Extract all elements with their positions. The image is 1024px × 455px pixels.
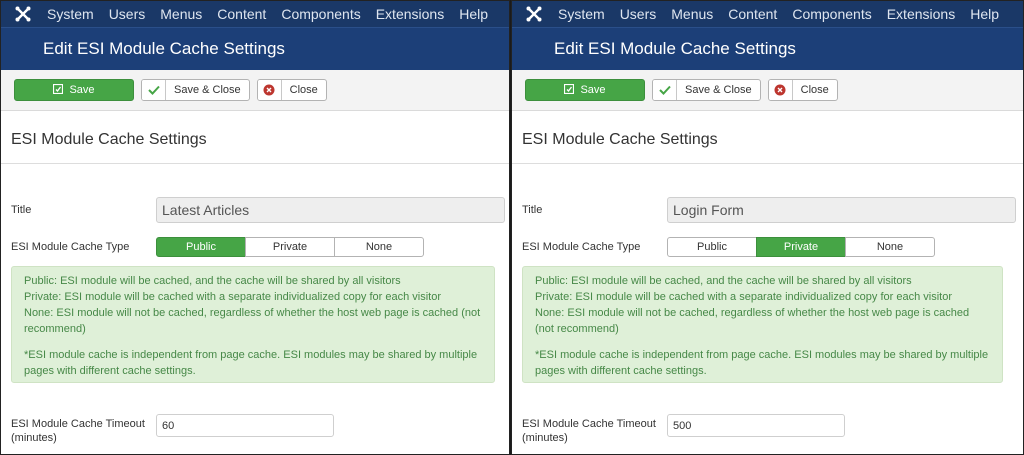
save-label: Save	[580, 84, 606, 96]
menu-menus[interactable]: Menus	[671, 6, 713, 22]
menu-users[interactable]: Users	[109, 6, 146, 22]
cache-type-private[interactable]: Private	[756, 237, 846, 257]
section-title: ESI Module Cache Settings	[11, 131, 207, 148]
info-line: None: ESI module will not be cached, reg…	[24, 307, 481, 335]
cache-type-private[interactable]: Private	[245, 237, 335, 257]
save-close-label: Save & Close	[685, 84, 752, 96]
timeout-label-line2: (minutes)	[11, 432, 57, 444]
cache-type-none[interactable]: None	[334, 237, 424, 257]
cache-type-label: ESI Module Cache Type	[11, 241, 130, 253]
menu-extensions[interactable]: Extensions	[887, 6, 955, 22]
top-menubar: System Users Menus Content Components Ex…	[1, 1, 509, 27]
cache-type-toggle: Public Private None	[667, 237, 935, 257]
menu-help[interactable]: Help	[970, 6, 999, 22]
close-icon	[257, 80, 282, 100]
cache-info-box: Public: ESI module will be cached, and t…	[522, 266, 1003, 383]
page-title: Edit ESI Module Cache Settings	[1, 27, 509, 70]
close-label: Close	[289, 84, 318, 96]
title-row: Title Login Form	[512, 197, 1023, 237]
save-button[interactable]: Save	[525, 79, 645, 101]
info-line: *ESI module cache is independent from pa…	[24, 349, 478, 377]
timeout-label: ESI Module Cache Timeout (minutes)	[522, 417, 656, 445]
menu-components[interactable]: Components	[792, 6, 871, 22]
timeout-row: ESI Module Cache Timeout (minutes) 60	[1, 414, 509, 454]
timeout-label-line1: ESI Module Cache Timeout	[11, 418, 145, 430]
timeout-field[interactable]: 60	[156, 414, 334, 437]
save-icon	[53, 83, 64, 97]
check-icon	[142, 80, 166, 100]
info-line: Private: ESI module will be cached with …	[24, 291, 441, 303]
check-icon	[653, 80, 677, 100]
title-field[interactable]: Latest Articles	[156, 197, 505, 223]
menu-content[interactable]: Content	[217, 6, 266, 22]
close-label: Close	[800, 84, 829, 96]
info-line: Private: ESI module will be cached with …	[535, 291, 952, 303]
left-screenshot-panel: System Users Menus Content Components Ex…	[0, 0, 510, 455]
info-line: None: ESI module will not be cached, reg…	[535, 307, 970, 335]
menu-menus[interactable]: Menus	[160, 6, 202, 22]
menu-system[interactable]: System	[47, 6, 94, 22]
timeout-field[interactable]: 500	[667, 414, 845, 437]
menu-content[interactable]: Content	[728, 6, 777, 22]
menu-components[interactable]: Components	[281, 6, 360, 22]
close-button[interactable]: Close	[256, 79, 327, 101]
close-icon	[768, 80, 793, 100]
cache-type-toggle: Public Private None	[156, 237, 424, 257]
cache-type-none[interactable]: None	[845, 237, 935, 257]
info-line: Public: ESI module will be cached, and t…	[24, 275, 401, 287]
save-close-label: Save & Close	[174, 84, 241, 96]
toolbar: Save Save & Close Close	[1, 70, 509, 111]
close-button[interactable]: Close	[767, 79, 838, 101]
menu-help[interactable]: Help	[459, 6, 488, 22]
cache-type-label: ESI Module Cache Type	[522, 241, 641, 253]
joomla-icon[interactable]	[524, 4, 544, 24]
info-line: *ESI module cache is independent from pa…	[535, 349, 989, 377]
timeout-label-line2: (minutes)	[522, 432, 568, 444]
save-icon	[564, 83, 575, 97]
info-line: Public: ESI module will be cached, and t…	[535, 275, 912, 287]
cache-info-box: Public: ESI module will be cached, and t…	[11, 266, 495, 383]
top-menubar: System Users Menus Content Components Ex…	[512, 1, 1023, 27]
menu-users[interactable]: Users	[620, 6, 657, 22]
save-label: Save	[69, 84, 95, 96]
timeout-label: ESI Module Cache Timeout (minutes)	[11, 417, 145, 445]
title-label: Title	[11, 204, 32, 216]
title-field[interactable]: Login Form	[667, 197, 1016, 223]
page-title: Edit ESI Module Cache Settings	[512, 27, 1023, 70]
section-divider	[1, 163, 509, 164]
timeout-label-line1: ESI Module Cache Timeout	[522, 418, 656, 430]
menu-extensions[interactable]: Extensions	[376, 6, 444, 22]
save-close-button[interactable]: Save & Close	[141, 79, 250, 101]
section-divider	[512, 163, 1023, 164]
cache-type-public[interactable]: Public	[156, 237, 246, 257]
timeout-row: ESI Module Cache Timeout (minutes) 500	[512, 414, 1023, 454]
toolbar: Save Save & Close Close	[512, 70, 1023, 111]
menu-system[interactable]: System	[558, 6, 605, 22]
title-row: Title Latest Articles	[1, 197, 509, 237]
title-label: Title	[522, 204, 543, 216]
right-screenshot-panel: System Users Menus Content Components Ex…	[511, 0, 1024, 455]
save-button[interactable]: Save	[14, 79, 134, 101]
save-close-button[interactable]: Save & Close	[652, 79, 761, 101]
joomla-icon[interactable]	[13, 4, 33, 24]
cache-type-public[interactable]: Public	[667, 237, 757, 257]
section-title: ESI Module Cache Settings	[522, 131, 718, 148]
